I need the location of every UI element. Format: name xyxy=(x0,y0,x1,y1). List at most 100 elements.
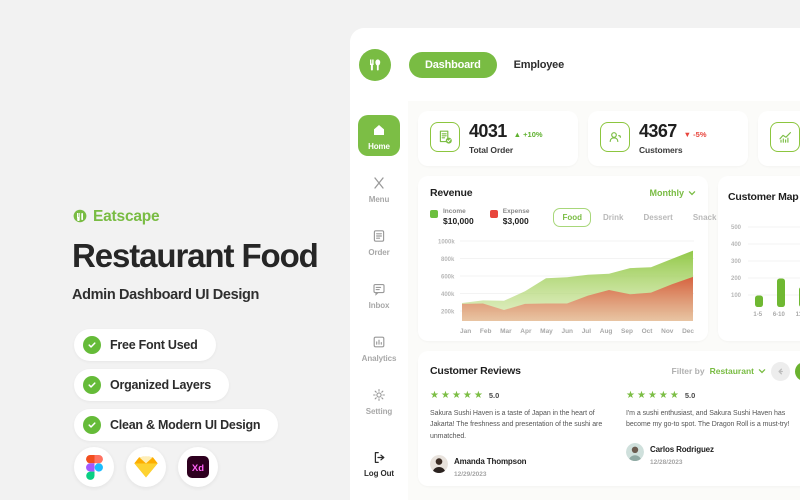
feature-badge-label: Clean & Modern UI Design xyxy=(110,418,261,432)
svg-text:500: 500 xyxy=(731,225,742,231)
sidebar-item-inbox[interactable]: Inbox xyxy=(358,274,400,315)
dashboard-mockup: Dashboard Employee Home Menu Order Inbox… xyxy=(350,28,800,500)
x-tick: Nov xyxy=(661,327,674,335)
chip-food[interactable]: Food xyxy=(553,207,592,227)
tab-dashboard[interactable]: Dashboard xyxy=(409,51,497,78)
reviews-prev-button[interactable] xyxy=(771,361,790,381)
legend-value: $10,000 xyxy=(443,216,474,227)
reviews-filter: Filter by Restaurant xyxy=(672,361,800,381)
legend-swatch-expense xyxy=(489,210,498,219)
review-author: Carlos Rodriguez xyxy=(650,444,714,454)
feature-badge-label: Organized Layers xyxy=(110,378,211,392)
adobe-xd-icon: Xd xyxy=(178,447,218,487)
sidebar-label-inbox: Inbox xyxy=(368,301,390,310)
revenue-chart-svg: 1000k 800k 600k 400k 200k xyxy=(438,239,694,321)
stat-delta: ▼ -5% xyxy=(683,130,707,139)
review-text: I'm a sushi enthusiast, and Sakura Sushi… xyxy=(626,409,790,429)
feature-badge: Clean & Modern UI Design xyxy=(74,409,279,441)
stat-card-total-earnings[interactable]: $10,2 Total Earni xyxy=(758,111,800,166)
legend-expense: Expense $3,000 xyxy=(489,208,529,226)
bar-chart-icon xyxy=(371,334,387,350)
x-tick: Mar xyxy=(500,327,512,335)
x-tick: 6-10 xyxy=(772,311,785,318)
dashboard-content: 4031 ▲ +10% Total Order 4367 ▼ -5% Custo… xyxy=(408,101,800,500)
promo-panel: Eatscape Restaurant Food Admin Dashboard… xyxy=(0,0,350,500)
reviews-title: Customer Reviews xyxy=(430,365,521,378)
sidebar-item-order[interactable]: Order xyxy=(358,221,400,262)
page-title: Restaurant Food xyxy=(72,237,319,274)
sidebar-item-logout[interactable]: Log Out xyxy=(358,449,400,478)
x-tick: Jan xyxy=(460,327,472,335)
category-chip-list: Food Drink Dessert Snack xyxy=(553,207,724,227)
x-tick: 11-15 xyxy=(795,311,800,318)
screenshot-root: Eatscape Restaurant Food Admin Dashboard… xyxy=(0,0,800,500)
sidebar-item-home[interactable]: Home xyxy=(358,115,400,156)
feature-badge: Organized Layers xyxy=(74,369,229,401)
x-tick: Aug xyxy=(599,327,613,335)
stat-card-customers[interactable]: 4367 ▼ -5% Customers xyxy=(588,111,748,166)
stat-card-total-order[interactable]: 4031 ▲ +10% Total Order xyxy=(418,111,578,166)
sidebar-item-menu[interactable]: Menu xyxy=(358,168,400,209)
review-date: 12/29/2023 xyxy=(454,470,487,478)
star-icon: ★ xyxy=(669,389,679,401)
sidebar-label-logout: Log Out xyxy=(364,469,394,478)
sidebar-label-menu: Menu xyxy=(368,195,390,204)
sidebar-item-setting[interactable]: Setting xyxy=(358,380,400,421)
review-item: ★ ★ ★ ★ ★ 5.0 I'm a sushi enthusiast, an… xyxy=(626,389,800,478)
x-tick: Apr xyxy=(520,327,532,335)
x-tick: 1-5 xyxy=(753,311,763,318)
svg-text:200k: 200k xyxy=(441,309,455,315)
stat-label: Customers xyxy=(639,144,683,155)
review-date: 12/28/2023 xyxy=(650,458,683,466)
star-icon: ★ xyxy=(462,389,472,401)
rating-score: 5.0 xyxy=(684,391,696,401)
period-selector[interactable]: Monthly xyxy=(650,188,697,198)
tab-employee[interactable]: Employee xyxy=(514,59,565,71)
feature-badge-label: Free Font Used xyxy=(110,338,198,352)
customers-icon xyxy=(600,122,630,152)
svg-text:1000k: 1000k xyxy=(438,239,455,245)
feature-badge: Free Font Used xyxy=(74,329,216,361)
svg-text:200: 200 xyxy=(731,276,742,282)
revenue-x-axis: Jan Feb Mar Apr May Jun Jul Aug Sep Oct … xyxy=(430,325,696,335)
sidebar-label-order: Order xyxy=(368,248,390,257)
sidebar-item-analytics[interactable]: Analytics xyxy=(358,327,400,368)
order-receipt-icon xyxy=(430,122,460,152)
charts-row: Revenue Monthly Income $10,000 Expense $… xyxy=(418,175,800,341)
x-tick: Jul xyxy=(581,327,592,335)
chip-dessert[interactable]: Dessert xyxy=(635,209,680,226)
star-icon: ★ xyxy=(430,389,439,401)
revenue-title: Revenue xyxy=(430,186,473,199)
brand-name: Eatscape xyxy=(93,208,160,225)
stat-card-list: 4031 ▲ +10% Total Order 4367 ▼ -5% Custo… xyxy=(418,111,800,166)
revenue-card: Revenue Monthly Income $10,000 Expense $… xyxy=(418,175,716,341)
star-icon: ★ xyxy=(626,389,635,401)
review-author: Amanda Thompson xyxy=(454,456,527,466)
star-icon: ★ xyxy=(658,389,668,401)
customer-map-svg: 500 400 300 200 100 xyxy=(731,225,800,307)
avatar xyxy=(430,455,448,474)
star-icon: ★ xyxy=(647,389,657,401)
fork-knife-icon xyxy=(371,175,387,191)
revenue-area-chart: 1000k 800k 600k 400k 200k xyxy=(430,233,696,325)
list-document-icon xyxy=(371,228,387,244)
stat-delta: ▲ +10% xyxy=(513,130,543,139)
x-tick: May xyxy=(540,327,553,335)
reviews-next-button[interactable] xyxy=(795,361,800,381)
stat-value: 4031 xyxy=(469,121,507,141)
x-tick: Oct xyxy=(641,327,653,335)
stat-value: 4367 xyxy=(639,121,677,141)
chip-drink[interactable]: Drink xyxy=(595,209,631,226)
review-item: ★ ★ ★ ★ ★ 5.0 Sakura Sushi Haven is a ta… xyxy=(430,389,610,478)
gear-icon xyxy=(371,387,387,403)
app-icon-list: Xd xyxy=(74,447,218,487)
star-icon: ★ xyxy=(473,389,483,401)
svg-text:100: 100 xyxy=(731,293,742,299)
sidebar-label-setting: Setting xyxy=(365,407,393,416)
legend-swatch-income xyxy=(430,210,438,219)
filter-value[interactable]: Restaurant xyxy=(710,366,766,376)
figma-icon xyxy=(74,447,114,487)
legend-key: Income xyxy=(443,208,466,216)
rating-stars: ★ ★ ★ ★ ★ 5.0 xyxy=(430,389,610,401)
earnings-chart-icon xyxy=(770,122,800,152)
